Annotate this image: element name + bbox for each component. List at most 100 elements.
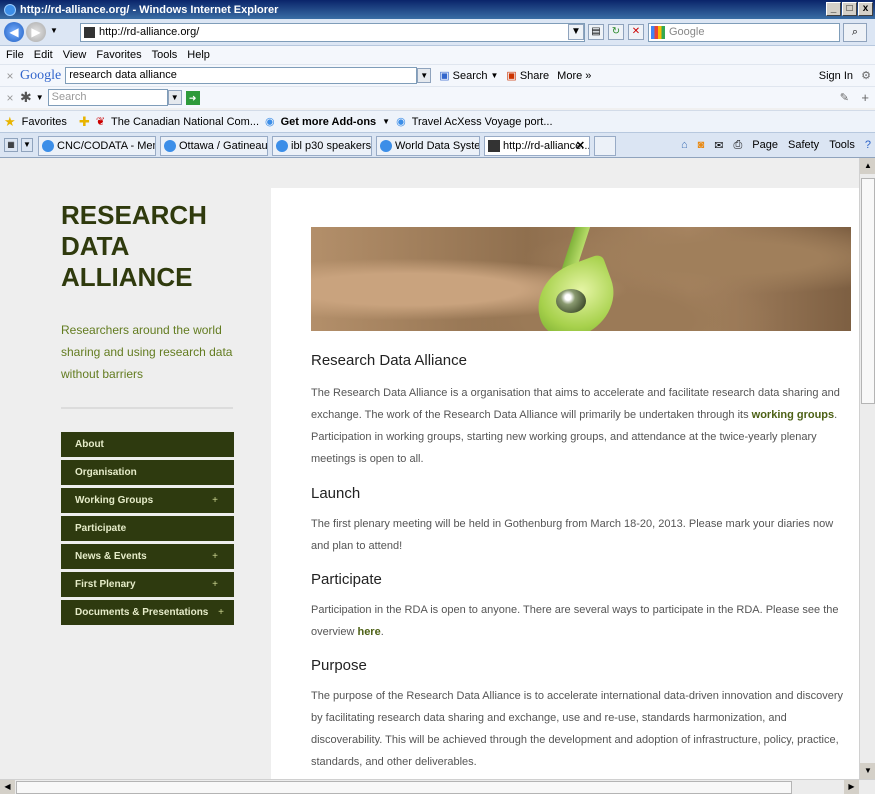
google-toolbar: × Google research data alliance ▼ ▣ Sear… (0, 64, 875, 86)
expand-plus-icon[interactable]: + (212, 544, 218, 569)
feeds-icon[interactable]: ◙ (698, 139, 705, 151)
nav-item-about[interactable]: About (61, 432, 234, 457)
menu-tools[interactable]: Tools (152, 49, 178, 61)
nav-item-documents[interactable]: Documents & Presentations + (61, 600, 234, 625)
gear-dropdown-icon[interactable]: ▼ (36, 93, 44, 102)
close-search-toolbar-icon[interactable]: × (0, 91, 20, 105)
section-text-launch: The first plenary meeting will be held i… (311, 518, 834, 552)
forward-button[interactable]: ▶ (26, 22, 46, 42)
nav-item-organisation[interactable]: Organisation (61, 460, 234, 485)
vertical-scrollbar[interactable]: ▲ ▼ (859, 158, 875, 779)
tab-label: CNC/CODATA - Mem... (57, 140, 155, 152)
site-favicon-icon (84, 27, 95, 38)
close-window-button[interactable]: x (858, 2, 873, 16)
favorite-item-1[interactable]: The Canadian National Com... (111, 116, 259, 128)
minimize-button[interactable]: _ (826, 2, 841, 16)
mail-icon[interactable]: ✉ (714, 139, 723, 152)
address-bar[interactable]: http://rd-alliance.org/ (80, 23, 585, 42)
ie-icon (4, 3, 16, 16)
add-favorite-icon[interactable]: ✚ (79, 114, 90, 130)
maximize-button[interactable]: □ (842, 2, 857, 16)
google-logo-icon (651, 26, 665, 39)
tab-label: Ottawa / Gatineau A... (179, 140, 268, 152)
google-search-label: Search (452, 69, 488, 82)
search-icon[interactable]: ⌕ (843, 23, 867, 42)
share-icon: ▣ (506, 70, 517, 82)
tab-list-icon[interactable]: ▼ (21, 138, 33, 152)
wrench-icon[interactable]: ⚙ (861, 69, 871, 82)
scroll-down-icon[interactable]: ▼ (860, 763, 875, 779)
tool-icon[interactable]: ✎ (840, 91, 849, 104)
gear-icon[interactable]: ✱ (20, 89, 32, 106)
refresh-icon[interactable]: ↻ (608, 24, 624, 40)
nav-item-working-groups[interactable]: Working Groups + (61, 488, 234, 513)
nav-label: About (75, 439, 104, 450)
quick-tabs-icon[interactable]: ▦ (4, 138, 18, 152)
google-toolbar-input[interactable]: research data alliance (65, 67, 418, 84)
favorite-item-2[interactable]: Get more Add-ons (281, 116, 377, 128)
expand-plus-icon[interactable]: + (218, 600, 224, 625)
favorites-label[interactable]: Favorites (22, 116, 67, 128)
scroll-right-icon[interactable]: ▶ (844, 780, 859, 794)
vertical-scroll-thumb[interactable] (861, 178, 875, 404)
favorite-item-3[interactable]: Travel AcXess Voyage port... (412, 116, 553, 128)
horizontal-scrollbar[interactable]: ◀ ▶ (0, 779, 875, 794)
query-dropdown-icon[interactable]: ▼ (417, 68, 432, 83)
menu-view[interactable]: View (63, 49, 87, 61)
section-title-participate: Participate (311, 571, 382, 588)
menu-favorites[interactable]: Favorites (96, 49, 141, 61)
go-arrow-icon[interactable]: ➜ (185, 90, 200, 105)
menu-file[interactable]: File (6, 49, 24, 61)
close-toolbar-icon[interactable]: × (0, 69, 20, 83)
compatibility-view-icon[interactable]: ▤ (588, 24, 604, 40)
expand-plus-icon[interactable]: + (212, 488, 218, 513)
home-icon[interactable]: ⌂ (681, 139, 688, 151)
sign-in-link[interactable]: Sign In (819, 70, 853, 82)
address-dropdown-icon[interactable]: ▼ (568, 24, 584, 40)
ie-page-icon: ◉ (265, 116, 275, 128)
add-icon[interactable]: + (861, 90, 869, 105)
favorites-star-icon[interactable]: ★ (4, 114, 16, 130)
ie-page-icon (164, 140, 176, 152)
stop-icon[interactable]: ✕ (628, 24, 644, 40)
page-menu[interactable]: Page (752, 139, 778, 151)
google-toolbar-logo: Google (20, 67, 62, 83)
share-button[interactable]: ▣ Share (506, 69, 550, 83)
address-url: http://rd-alliance.org/ (99, 26, 200, 38)
tools-menu[interactable]: Tools (829, 139, 855, 151)
site-logo[interactable]: RESEARCH DATA ALLIANCE (61, 200, 251, 293)
nav-label: Working Groups (75, 495, 154, 506)
new-tab-button[interactable] (594, 136, 616, 156)
working-groups-link[interactable]: working groups (752, 409, 835, 421)
section-text-purpose: The purpose of the Research Data Allianc… (311, 690, 843, 768)
toolbar-search-input[interactable]: Search (47, 89, 168, 106)
more-button[interactable]: More » (557, 70, 591, 82)
close-tab-icon[interactable]: ✕ (576, 137, 585, 155)
tab-world-data-system[interactable]: World Data System (... (376, 136, 480, 156)
search-toolbar: × ✱ ▼ Search ▼ ➜ ✎ + (0, 86, 875, 108)
tab-ottawa[interactable]: Ottawa / Gatineau A... (160, 136, 268, 156)
recent-pages-chevron-icon[interactable]: ▼ (50, 26, 58, 35)
menu-help[interactable]: Help (187, 49, 210, 61)
safety-menu[interactable]: Safety (788, 139, 819, 151)
here-link[interactable]: here (357, 626, 380, 638)
nav-item-news-events[interactable]: News & Events + (61, 544, 234, 569)
share-label: Share (519, 69, 550, 82)
help-icon[interactable]: ? (865, 139, 871, 151)
google-search-button[interactable]: ▣ Search ▼ (439, 69, 498, 83)
print-icon[interactable]: ⎙ (733, 139, 742, 152)
horizontal-scroll-thumb[interactable] (16, 781, 792, 794)
tab-rd-alliance[interactable]: http://rd-alliance.... ✕ (484, 136, 590, 156)
nav-item-first-plenary[interactable]: First Plenary + (61, 572, 234, 597)
nav-item-participate[interactable]: Participate (61, 516, 234, 541)
tab-ibl-p30[interactable]: ibl p30 speakers - G... (272, 136, 372, 156)
toolbar-search-dropdown-icon[interactable]: ▼ (167, 90, 182, 105)
back-button[interactable]: ◀ (4, 22, 24, 42)
tab-cnc-codata[interactable]: CNC/CODATA - Mem... (38, 136, 156, 156)
scroll-up-icon[interactable]: ▲ (860, 158, 875, 174)
menu-edit[interactable]: Edit (34, 49, 53, 61)
hero-banner-image (311, 227, 851, 331)
browser-search-box[interactable]: Google (648, 23, 840, 42)
scroll-left-icon[interactable]: ◀ (0, 780, 15, 794)
expand-plus-icon[interactable]: + (212, 572, 218, 597)
